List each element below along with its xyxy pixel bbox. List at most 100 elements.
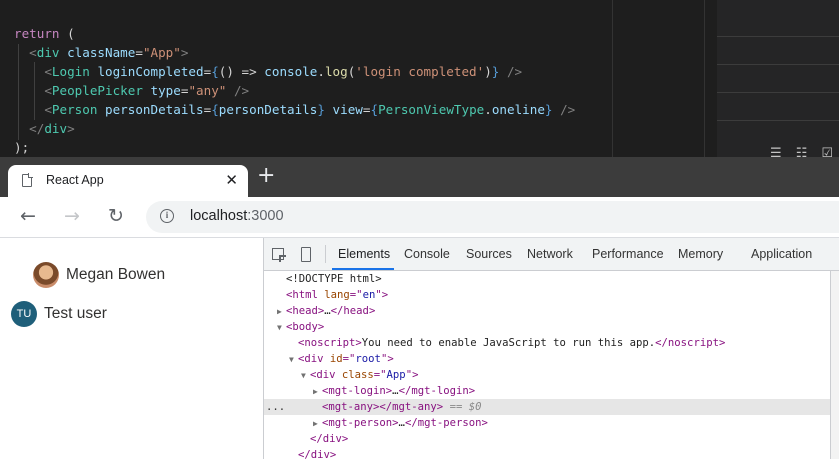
dom-node[interactable]: ▼ <body>: [264, 319, 830, 335]
code-area[interactable]: return ( <div className="App"> <Login lo…: [0, 0, 612, 160]
tab-performance[interactable]: Performance: [592, 247, 664, 261]
code-token: "App": [142, 45, 181, 60]
dom-token: <div: [310, 369, 342, 381]
avatar: TU: [11, 301, 37, 327]
address-bar[interactable]: i localhost:3000: [146, 201, 839, 233]
code-token: />: [552, 102, 576, 117]
dom-token: <mgt-any>: [322, 401, 380, 413]
tab-application[interactable]: Application: [751, 247, 812, 261]
code-line[interactable]: return (: [14, 24, 75, 43]
dom-node[interactable]: <noscript>You need to enable JavaScript …: [264, 335, 830, 351]
code-line[interactable]: <PeoplePicker type="any" />: [14, 81, 249, 100]
dom-node[interactable]: ▶ <head>…</head>: [264, 303, 830, 319]
tab-strip: React App ✕ +: [0, 157, 839, 197]
code-token: >: [67, 121, 75, 136]
forward-button[interactable]: →: [64, 204, 80, 228]
pane-row-divider: [717, 92, 839, 93]
code-token: div: [44, 121, 68, 136]
code-token: />: [499, 64, 523, 79]
dom-node[interactable]: </div>: [264, 447, 830, 463]
code-token: PersonViewType: [378, 102, 485, 117]
code-token: PeoplePicker: [51, 83, 143, 98]
dom-token: en: [362, 289, 376, 301]
more-actions-icon[interactable]: ...: [266, 399, 285, 415]
code-token: type: [150, 83, 181, 98]
code-line[interactable]: <div className="App">: [14, 43, 188, 62]
panel-divider: [612, 0, 613, 160]
url-port: :3000: [247, 208, 284, 224]
dom-node[interactable]: <!DOCTYPE html>: [264, 271, 830, 287]
reload-button[interactable]: ↻: [108, 204, 124, 228]
code-line[interactable]: </div>: [14, 119, 75, 138]
dom-token: <!DOCTYPE html>: [286, 273, 382, 285]
tab-memory[interactable]: Memory: [678, 247, 723, 261]
panel-divider: [704, 0, 705, 160]
person-card[interactable]: TU Test user: [11, 301, 107, 327]
dom-token: ">: [405, 369, 419, 381]
expanded-triangle-icon[interactable]: ▼: [301, 368, 310, 384]
expanded-triangle-icon[interactable]: ▼: [289, 352, 298, 368]
code-token: Login: [51, 64, 90, 79]
code-line[interactable]: <Person personDetails={personDetails} vi…: [14, 100, 575, 119]
inspect-element-icon[interactable]: [272, 248, 286, 262]
dom-tree[interactable]: <!DOCTYPE html> <html lang="en"> ▶ <head>…<…: [264, 271, 839, 461]
dom-token: <mgt-login>: [322, 385, 393, 397]
devtools-tabbar: Elements Console Sources Network Perform…: [264, 238, 839, 271]
editor-side-panel: ☰ ☷ ☑: [612, 0, 839, 160]
dom-node[interactable]: <html lang="en">: [264, 287, 830, 303]
code-editor[interactable]: return ( <div className="App"> <Login lo…: [0, 0, 839, 160]
dom-node[interactable]: </div>: [264, 431, 830, 447]
dom-node[interactable]: ▼ <div class="App">: [264, 367, 830, 383]
pane-row-divider: [717, 36, 839, 37]
dom-token: =": [373, 369, 387, 381]
back-button[interactable]: ←: [20, 204, 36, 228]
site-info-icon[interactable]: i: [160, 209, 174, 223]
dom-token: id: [329, 353, 343, 365]
code-token: personDetails: [218, 102, 318, 117]
dom-node[interactable]: ▶ <mgt-person>…</mgt-person>: [264, 415, 830, 431]
code-line[interactable]: );: [14, 138, 29, 157]
code-token: .: [484, 102, 492, 117]
code-token: loginCompleted: [97, 64, 204, 79]
person-name: Megan Bowen: [66, 266, 166, 283]
collapsed-triangle-icon[interactable]: ▶: [277, 304, 286, 320]
url-host: localhost: [190, 208, 248, 224]
browser-tab[interactable]: React App ✕: [8, 165, 248, 197]
code-token: console: [264, 64, 318, 79]
code-token: "any": [188, 83, 227, 98]
dom-token: =": [349, 289, 363, 301]
dom-token: <html: [286, 289, 325, 301]
code-token: >: [180, 45, 189, 60]
code-token: ): [484, 64, 492, 79]
code-token: {: [211, 102, 219, 117]
dom-token: <div: [298, 353, 330, 365]
dom-node[interactable]: ▼ <div id="root">: [264, 351, 830, 367]
dom-node[interactable]: ▶ <mgt-login>…</mgt-login>: [264, 383, 830, 399]
url-text[interactable]: localhost:3000: [190, 208, 284, 224]
tab-title: React App: [46, 173, 104, 187]
dom-node-selected[interactable]: ... <mgt-any></mgt-any> == $0: [264, 399, 830, 415]
page-content: Megan Bowen TU Test user: [0, 238, 263, 459]
pane-row-divider: [717, 120, 839, 121]
dom-token: </noscript>: [655, 337, 726, 349]
tab-sources[interactable]: Sources: [466, 247, 512, 261]
code-token: 'login completed': [355, 64, 485, 79]
new-tab-button[interactable]: +: [257, 165, 275, 187]
close-tab-icon[interactable]: ✕: [225, 171, 238, 189]
code-token: log: [324, 64, 348, 79]
dom-token: App: [386, 369, 406, 381]
tab-network[interactable]: Network: [527, 247, 573, 261]
tab-elements[interactable]: Elements: [338, 247, 390, 261]
collapsed-triangle-icon[interactable]: ▶: [313, 384, 322, 400]
code-token: />: [226, 83, 250, 98]
dom-token: == $0: [443, 401, 482, 413]
code-token: </: [14, 121, 45, 136]
tab-console[interactable]: Console: [404, 247, 450, 261]
login-person[interactable]: Megan Bowen: [33, 262, 165, 288]
code-line[interactable]: <Login loginCompleted={() => console.log…: [14, 62, 522, 81]
expanded-triangle-icon[interactable]: ▼: [277, 320, 286, 336]
collapsed-triangle-icon[interactable]: ▶: [313, 416, 322, 432]
device-toolbar-icon[interactable]: [301, 247, 311, 262]
